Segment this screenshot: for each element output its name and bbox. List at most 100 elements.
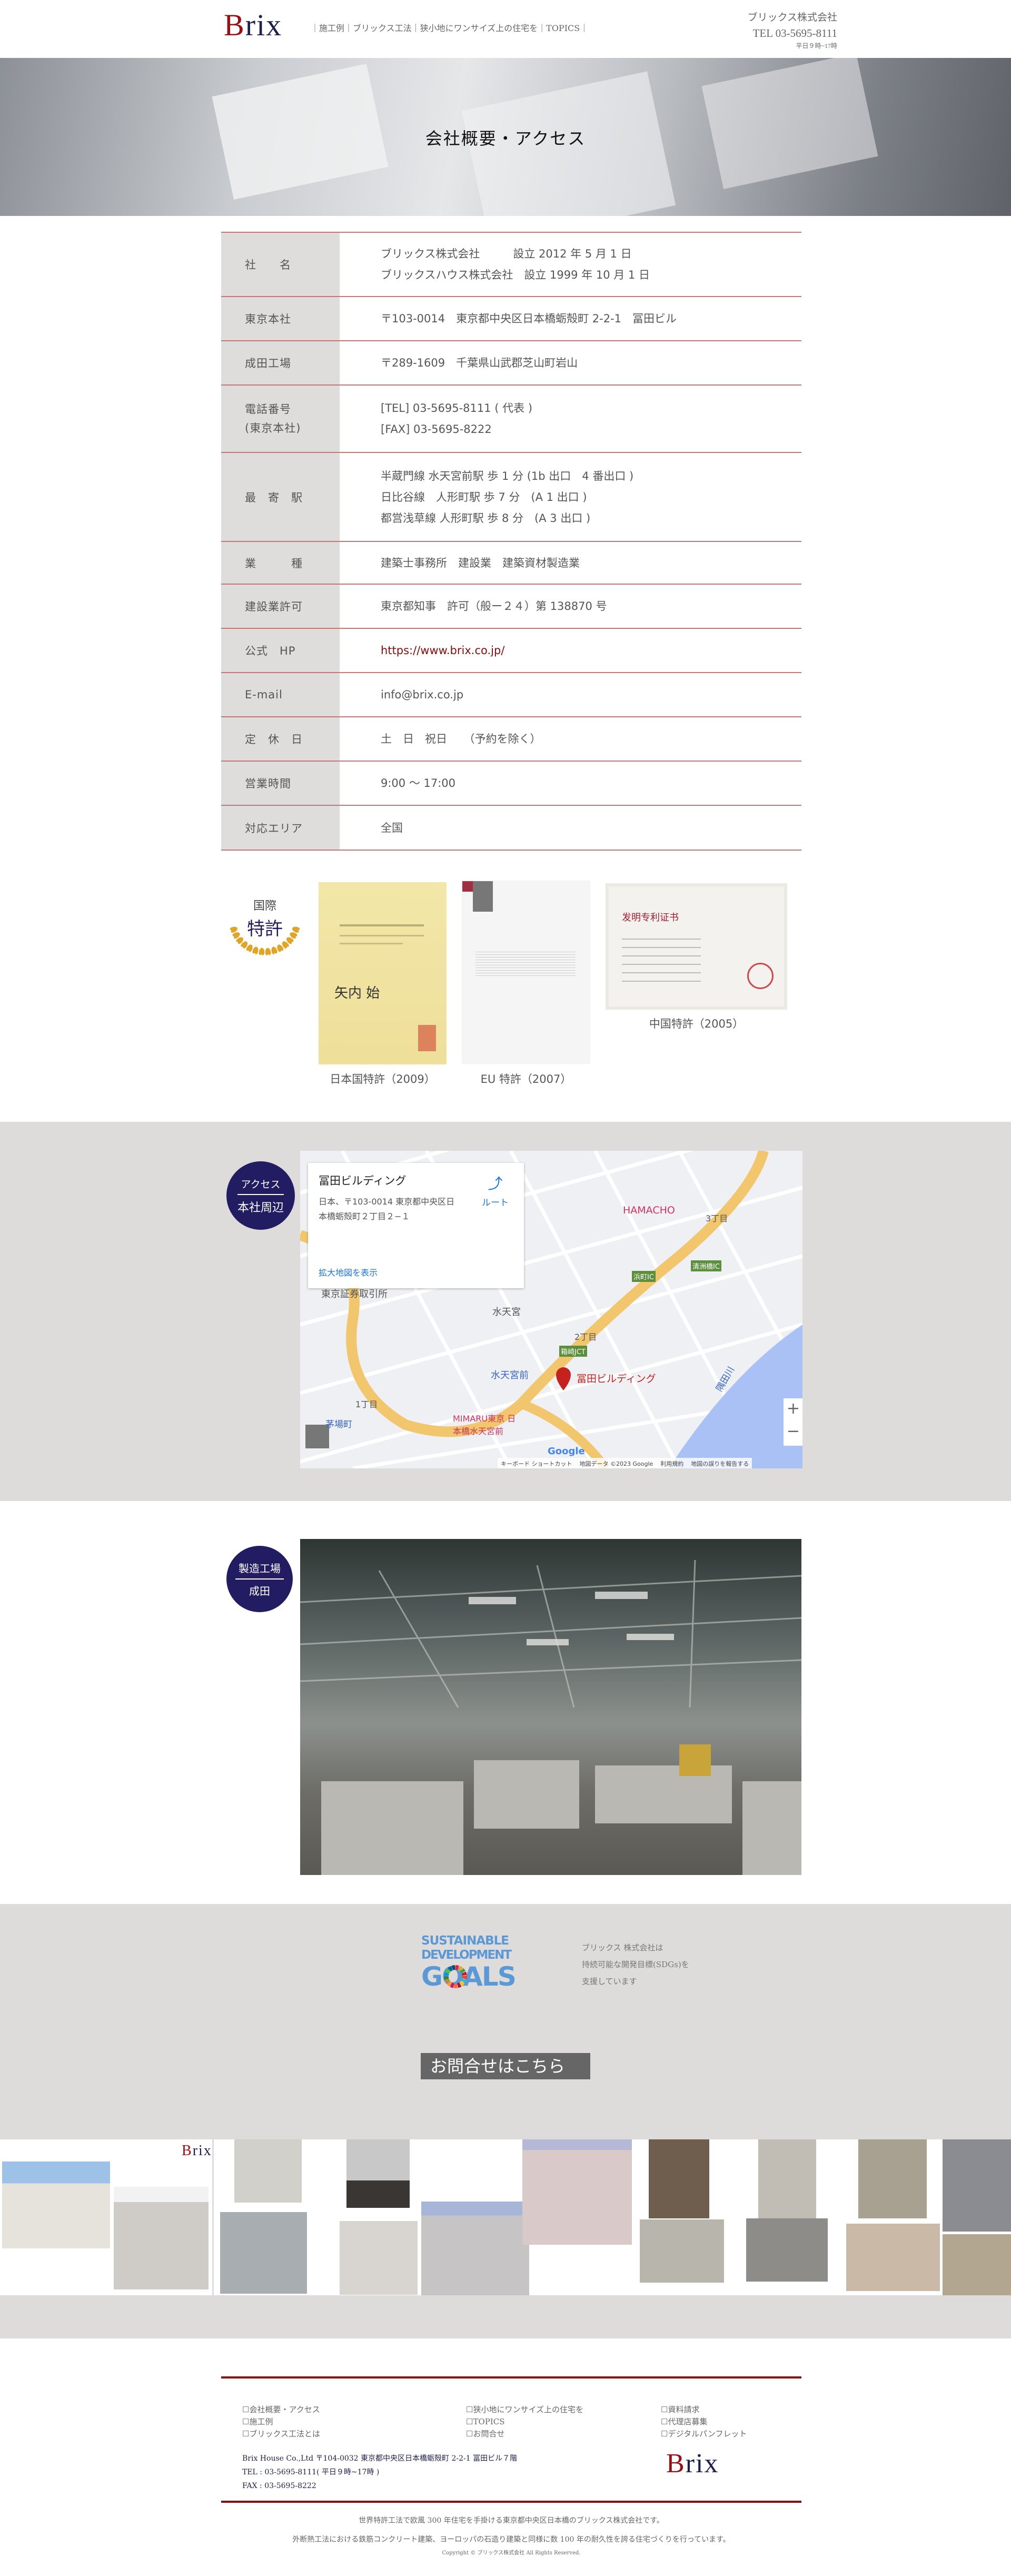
work-photo xyxy=(346,2139,410,2208)
row-value: 東京都知事 許可（般ー２４）第 138870 号 xyxy=(381,600,607,613)
work-photo xyxy=(846,2224,940,2291)
work-photo xyxy=(943,2139,1011,2232)
header-company: ブリックス株式会社 xyxy=(747,12,837,23)
row-label: 業 種 xyxy=(221,542,340,584)
japan-patent-certificate[interactable]: 矢内 始 xyxy=(319,882,447,1064)
work-photo xyxy=(2,2162,110,2248)
map-zoom-in-button[interactable]: + xyxy=(784,1399,802,1422)
access-badge: アクセス 本社周辺 xyxy=(226,1161,295,1230)
footer-link[interactable]: ☐代理店募集 xyxy=(661,2416,747,2428)
footer-link[interactable]: ☐施工例 xyxy=(242,2416,466,2428)
table-row: 建設業許可 東京都知事 許可（般ー２４）第 138870 号 xyxy=(221,585,801,629)
badge-top: 製造工場 xyxy=(235,1560,284,1580)
footer-fax: FAX : 03-5695-8222 xyxy=(242,2482,316,2490)
map-label: 箱崎JCT xyxy=(559,1346,587,1357)
footer-link[interactable]: ☐お問合せ xyxy=(466,2428,661,2440)
footer-links: ☐会社概要・アクセス ☐施工例 ☐ブリックス工法とは ☐狭小地にワンサイズ上の住… xyxy=(242,2404,747,2440)
footer-tel: TEL : 03-5695-8111( 平日９時~17時 ) xyxy=(242,2468,380,2476)
map-zoom-out-button[interactable]: − xyxy=(784,1422,802,1444)
footer-divider xyxy=(221,2501,801,2503)
footer-desc-line: 外断熱工法における鉄筋コンクリート建築、ヨーロッパの石造り建築と同様に数 100… xyxy=(292,2535,730,2544)
directions-icon: ⤴ xyxy=(488,1175,503,1192)
row-value: 都営浅草線 人形町駅 歩 8 分 (A 3 出口 ) xyxy=(381,511,591,525)
route-button[interactable]: ⤴ ルート xyxy=(482,1175,509,1209)
work-photo xyxy=(421,2202,529,2295)
row-value: ブリックスハウス株式会社 設立 1999 年 10 月 1 日 xyxy=(381,269,650,281)
footer-link[interactable]: ☐ブリックス工法とは xyxy=(242,2428,466,2440)
footer-desc-line: 世界特許工法で欧風 300 年住宅を手掛ける東京都中央区日本橋のブリックス株式会… xyxy=(359,2516,664,2525)
row-value: 9:00 ～ 17:00 xyxy=(381,777,456,789)
copyright: Copyright © ブリックス株式会社 All Rights Reserve… xyxy=(442,2550,581,2556)
map-label: 1丁目 xyxy=(355,1399,378,1409)
nav-item-works[interactable]: 施工例 xyxy=(319,23,344,33)
footer-link[interactable]: ☐会社概要・アクセス xyxy=(242,2404,466,2416)
badge-bottom: 特許 xyxy=(247,919,283,940)
table-row: 社 名 ブリックス株式会社 設立 2012 年 5 月 1 日ブリックスハウス株式… xyxy=(221,232,801,297)
footer-address: Brix House Co.,Ltd 〒104-0032 東京都中央区日本橋蛎殻… xyxy=(242,2454,518,2463)
row-label: 公式 HP xyxy=(221,629,340,672)
table-row: 東京本社 〒103-0014 東京都中央区日本橋蛎殻町 2-2-1 冨田ビル xyxy=(221,297,801,341)
row-value: 建築士事務所 建設業 建築資材製造業 xyxy=(381,556,580,569)
map-pin-label: 冨田ビルディング xyxy=(577,1373,656,1385)
terms-link[interactable]: 利用規約 xyxy=(660,1459,683,1467)
row-label: 建設業許可 xyxy=(221,585,340,628)
map-footer: キーボード ショートカット 地図データ ©2023 Google 利用規約 地図… xyxy=(498,1458,752,1468)
table-row: 電話番号 (東京本社) [TEL] 03-5695-8111 ( 代表 ) [FAX]… xyxy=(221,386,801,453)
row-value: [TEL] 03-5695-8111 ( 代表 ) xyxy=(381,402,533,414)
row-label: 営業時間 xyxy=(221,762,340,805)
japan-patent-caption: 日本国特許（2009） xyxy=(330,1073,435,1085)
map-label: 3丁目 xyxy=(706,1213,728,1223)
china-patent-certificate[interactable]: 发明专利证书 xyxy=(606,883,787,1010)
sdg-wheel-segment xyxy=(462,1975,467,1979)
keyboard-shortcuts-link[interactable]: キーボード ショートカット xyxy=(501,1459,572,1467)
table-row: 営業時間 9:00 ～ 17:00 xyxy=(221,762,801,806)
sdgs-text-line: ブリックス 株式会社は xyxy=(582,1943,663,1952)
footer-link[interactable]: ☐資料請求 xyxy=(661,2404,747,2416)
footer-link[interactable]: ☐デジタルパンフレット xyxy=(661,2428,747,2440)
sdg-wheel-segment xyxy=(454,1983,458,1988)
eu-patent-certificate[interactable] xyxy=(462,881,590,1063)
row-value: 〒103-0014 東京都中央区日本橋蛎殻町 2-2-1 冨田ビル xyxy=(381,312,677,325)
china-patent-caption: 中国特許（2005） xyxy=(649,1018,744,1030)
table-row: 業 種 建築士事務所 建設業 建築資材製造業 xyxy=(221,542,801,585)
nav-item-narrow-lot[interactable]: 狭小地にワンサイズ上の住宅を xyxy=(420,23,538,33)
sdgs-logo-line: DEVELOPMENT xyxy=(421,1948,512,1962)
work-photo xyxy=(234,2139,302,2203)
footer-link[interactable]: ☐TOPICS xyxy=(466,2416,661,2428)
work-photo xyxy=(522,2139,632,2245)
footer-description: 世界特許工法で欧風 300 年住宅を手掛ける東京都中央区日本橋のブリックス株式会… xyxy=(221,2511,801,2549)
footer-address-block: Brix House Co.,Ltd 〒104-0032 東京都中央区日本橋蛎殻… xyxy=(242,2452,517,2493)
row-label: 最 寄 駅 xyxy=(221,453,340,541)
google-map[interactable]: 冨田ビルディング 水天宮前 水天宮 東京証券取引所 HAMACHO 箱崎JCT … xyxy=(300,1151,802,1468)
map-label: 清洲橋IC xyxy=(691,1260,721,1271)
work-photo xyxy=(746,2218,828,2282)
row-label: 対応エリア xyxy=(221,806,340,850)
map-label: 茅場町 xyxy=(325,1419,352,1430)
place-address: 日本、〒103-0014 東京都中央区日本橋蛎殻町２丁目２−１ xyxy=(319,1197,455,1221)
work-photo xyxy=(340,2221,418,2295)
company-info-table: 社 名 ブリックス株式会社 設立 2012 年 5 月 1 日ブリックスハウス株式… xyxy=(221,232,801,851)
nav-item-method[interactable]: ブリックス工法 xyxy=(353,23,412,33)
row-value: 土 日 祝日 （予約を除く） xyxy=(381,733,541,745)
map-label-station: 水天宮前 xyxy=(491,1370,529,1381)
map-label: MIMARU東京 日本橋水天宮前 xyxy=(453,1414,516,1436)
footer-link[interactable]: ☐狭小地にワンサイズ上の住宅を xyxy=(466,2404,661,2416)
work-photo xyxy=(758,2139,816,2218)
route-label: ルート xyxy=(482,1198,509,1208)
report-error-link[interactable]: 地図の誤りを報告する xyxy=(691,1459,749,1467)
email-value[interactable]: info@brix.co.jp xyxy=(381,684,801,705)
divider xyxy=(212,2139,214,2295)
google-logo: Google xyxy=(548,1446,585,1457)
nav-item-topics[interactable]: TOPICS xyxy=(546,23,580,33)
official-hp-link[interactable]: https://www.brix.co.jp/ xyxy=(381,640,801,661)
view-larger-map-link[interactable]: 拡大地図を表示 xyxy=(319,1266,378,1278)
sdgs-text-line: 支援しています xyxy=(582,1977,637,1986)
works-photo-strip[interactable]: Brix xyxy=(0,2139,1011,2295)
brix-logo[interactable]: Brix xyxy=(224,7,282,43)
header-tel[interactable]: TEL 03-5695-8111 xyxy=(748,27,837,40)
contact-button[interactable]: お問合せはこちら xyxy=(421,2053,590,2079)
footer-brix-logo[interactable]: Brix xyxy=(666,2448,719,2479)
row-value: 日比谷線 人形町駅 歩 7 分 (A 1 出口 ) xyxy=(381,490,587,504)
table-row: 成田工場 〒289-1609 千葉県山武郡芝山町岩山 xyxy=(221,341,801,386)
row-label: 東京本社 xyxy=(221,297,340,340)
